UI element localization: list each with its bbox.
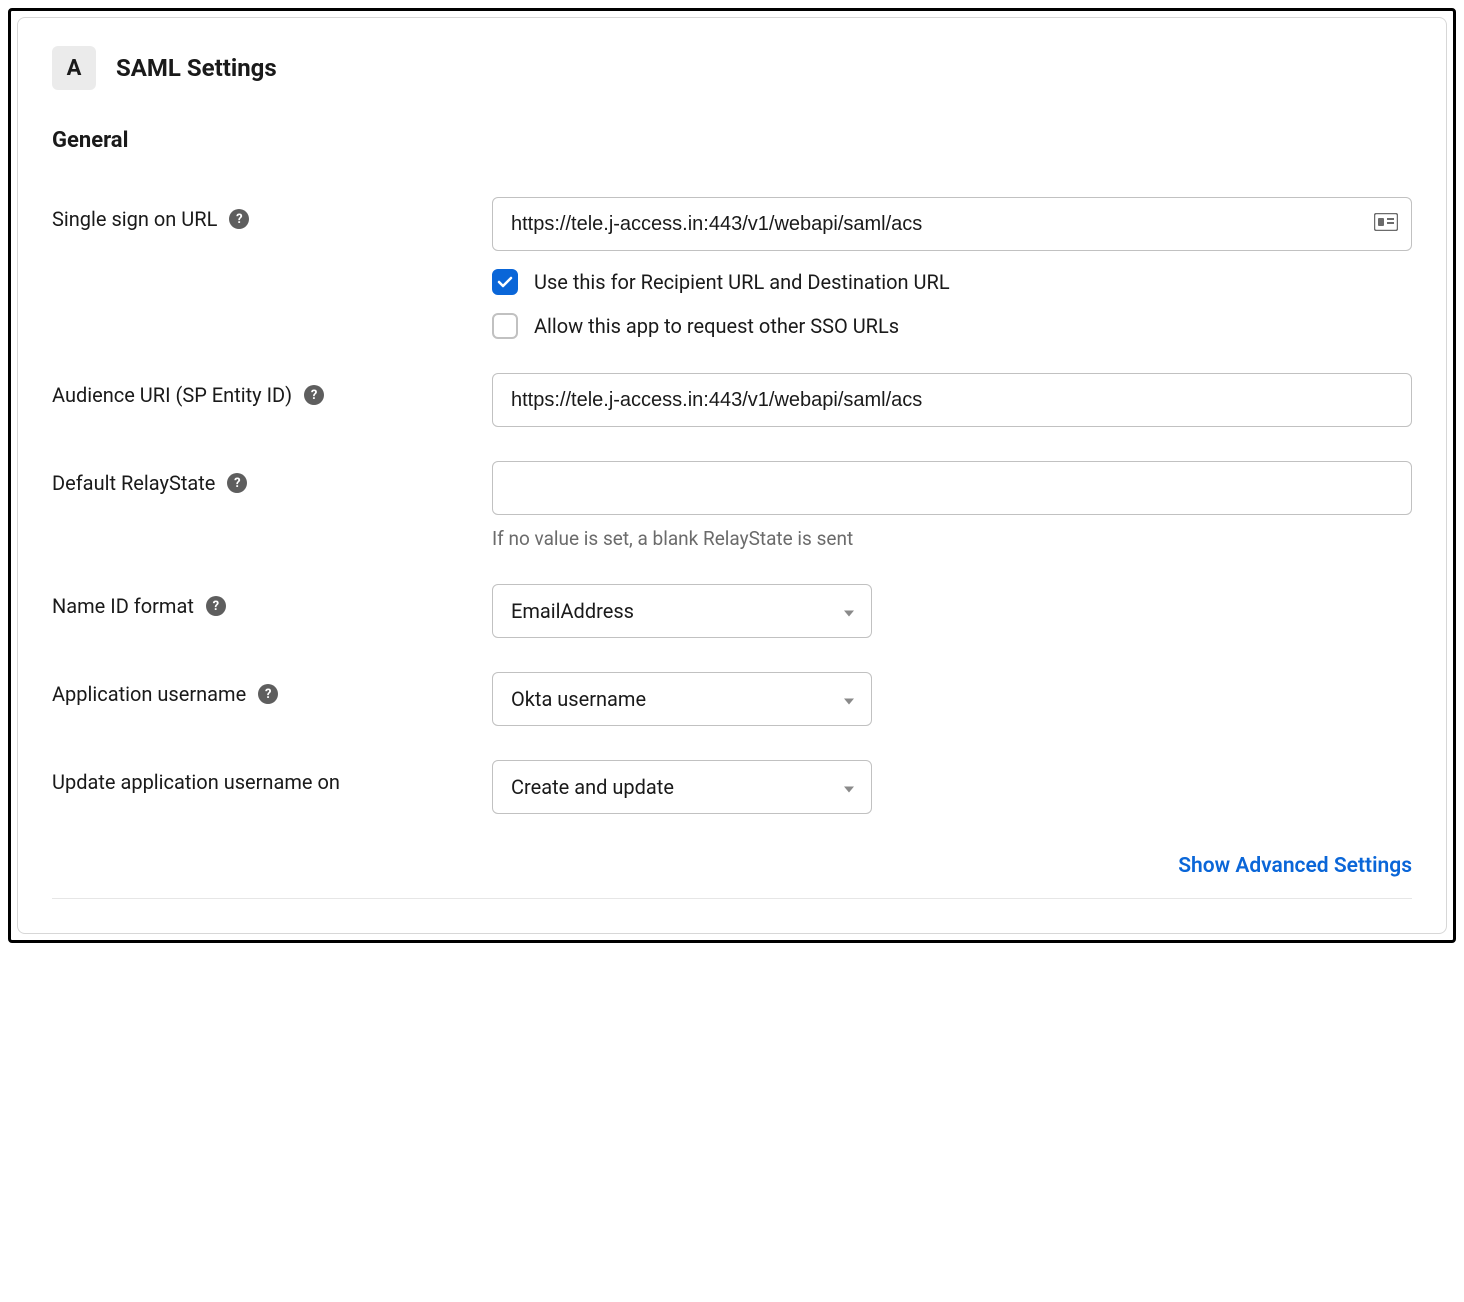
row-name-id-format: Name ID format ? EmailAddress: [52, 584, 1412, 638]
help-icon[interactable]: ?: [206, 596, 226, 616]
audience-uri-input[interactable]: [492, 373, 1412, 427]
label-app-username: Application username: [52, 682, 246, 706]
label-update-username-on: Update application username on: [52, 770, 340, 794]
checkbox-recipient-url-label: Use this for Recipient URL and Destinati…: [534, 270, 950, 294]
label-sso-url: Single sign on URL: [52, 207, 217, 231]
saml-settings-panel: A SAML Settings General Single sign on U…: [17, 17, 1447, 934]
relay-state-input[interactable]: [492, 461, 1412, 515]
update-username-on-select[interactable]: Create and update: [492, 760, 872, 814]
help-icon[interactable]: ?: [229, 209, 249, 229]
section-divider: [52, 898, 1412, 899]
panel-title: SAML Settings: [116, 54, 277, 82]
name-id-format-select[interactable]: EmailAddress: [492, 584, 872, 638]
help-icon[interactable]: ?: [227, 473, 247, 493]
relay-state-help-text: If no value is set, a blank RelayState i…: [492, 527, 1412, 550]
step-badge: A: [52, 46, 96, 90]
label-relay-state: Default RelayState: [52, 471, 215, 495]
id-card-icon: [1374, 213, 1398, 235]
row-audience-uri: Audience URI (SP Entity ID) ?: [52, 373, 1412, 427]
show-advanced-settings-link[interactable]: Show Advanced Settings: [1178, 854, 1412, 878]
checkbox-recipient-url[interactable]: [492, 269, 518, 295]
help-icon[interactable]: ?: [258, 684, 278, 704]
row-relay-state: Default RelayState ? If no value is set,…: [52, 461, 1412, 550]
app-username-select[interactable]: Okta username: [492, 672, 872, 726]
row-sso-url: Single sign on URL ?: [52, 197, 1412, 339]
panel-header: A SAML Settings: [52, 46, 1412, 90]
label-name-id-format: Name ID format: [52, 594, 194, 618]
section-heading-general: General: [52, 128, 1412, 153]
checkbox-allow-other-sso-urls-label: Allow this app to request other SSO URLs: [534, 314, 899, 338]
label-audience-uri: Audience URI (SP Entity ID): [52, 383, 292, 407]
row-update-username-on: Update application username on Create an…: [52, 760, 1412, 814]
sso-url-input[interactable]: [492, 197, 1412, 251]
help-icon[interactable]: ?: [304, 385, 324, 405]
row-app-username: Application username ? Okta username: [52, 672, 1412, 726]
checkbox-allow-other-sso-urls[interactable]: [492, 313, 518, 339]
